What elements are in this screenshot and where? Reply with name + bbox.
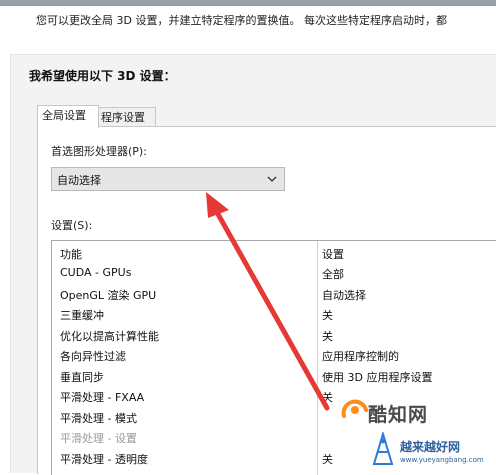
grid-header: 功能 设置 <box>52 241 496 262</box>
feature-cell: OpenGL 渲染 GPU <box>60 288 157 302</box>
processor-select-value: 自动选择 <box>57 174 101 187</box>
table-row[interactable]: 优化以提高计算性能 关 <box>52 325 496 346</box>
processor-select[interactable]: 自动选择 <box>51 167 285 191</box>
watermark-logo-icon <box>341 399 368 418</box>
feature-cell: CUDA - GPUs <box>60 266 132 279</box>
feature-cell: 各向异性过滤 <box>60 350 126 363</box>
feature-cell: 优化以提高计算性能 <box>60 329 159 343</box>
watermark-sub: 越来越好网 <box>400 440 461 454</box>
window-top-strip <box>0 0 496 6</box>
table-row[interactable]: CUDA - GPUs 全部 <box>52 263 496 284</box>
value-cell: 全部 <box>322 268 344 281</box>
value-cell: 自动选择 <box>322 288 366 302</box>
value-cell: 关 <box>322 329 333 343</box>
feature-cell: 平滑处理 - 设置 <box>60 432 137 445</box>
section-title: 我希望使用以下 3D 设置： <box>29 69 176 83</box>
tab-program-settings[interactable]: 程序设置 <box>96 107 156 128</box>
table-row[interactable]: OpenGL 渲染 GPU 自动选择 <box>52 284 496 305</box>
table-row[interactable]: 各向异性过滤 应用程序控制的 <box>52 345 496 366</box>
watermark: 酷知网 越来越好网 www.yueyangbang.com <box>330 390 496 472</box>
value-cell: 使用 3D 应用程序设置 <box>322 370 433 384</box>
value-cell: 关 <box>322 309 333 322</box>
table-row[interactable]: 三重缓冲 关 <box>52 304 496 325</box>
feature-cell: 平滑处理 - 透明度 <box>60 452 148 466</box>
intro-text: 您可以更改全局 3D 设置，并建立特定程序的置换值。 每次这些特定程序启动时，都 <box>36 14 447 27</box>
watermark-url: www.yueyangbang.com <box>400 456 484 464</box>
watermark-brand: 酷知网 <box>368 404 429 426</box>
settings-label: 设置(S): <box>51 219 93 232</box>
feature-cell: 平滑处理 - 模式 <box>60 411 137 425</box>
table-row[interactable]: 垂直同步 使用 3D 应用程序设置 <box>52 366 496 387</box>
feature-cell: 垂直同步 <box>60 370 104 384</box>
value-cell: 应用程序控制的 <box>322 350 399 363</box>
column-header-setting[interactable]: 设置 <box>322 246 344 262</box>
column-header-feature[interactable]: 功能 <box>60 246 82 262</box>
feature-cell: 三重缓冲 <box>60 309 104 322</box>
feature-cell: 平滑处理 - FXAA <box>60 391 145 404</box>
tab-global-settings[interactable]: 全局设置 <box>37 105 99 128</box>
watermark-tower-icon <box>372 432 394 465</box>
chevron-down-icon <box>267 176 277 182</box>
processor-label: 首选图形处理器(P): <box>51 145 147 158</box>
